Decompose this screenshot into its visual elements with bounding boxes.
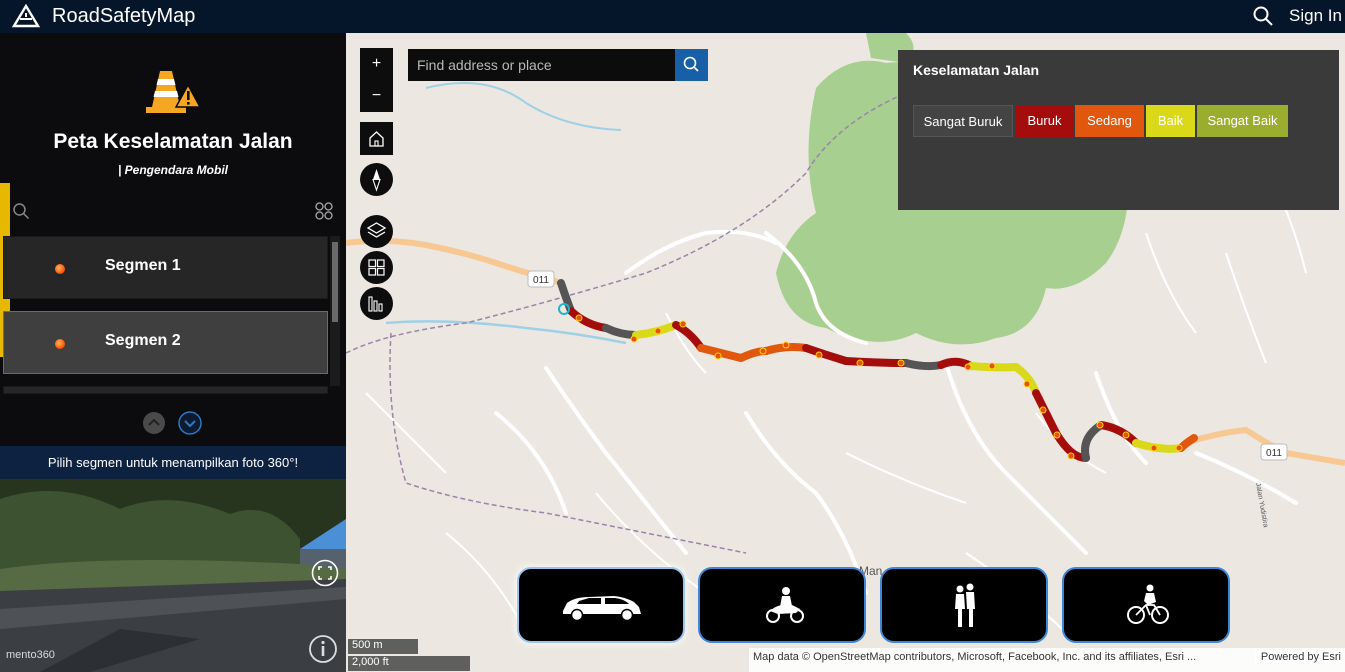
car-mode-button[interactable] xyxy=(517,567,685,643)
road-label: 011 xyxy=(533,275,549,286)
list-item-segmen-2[interactable]: Segmen 2 xyxy=(3,311,328,374)
road-label: 011 xyxy=(1266,448,1282,459)
fullscreen-icon[interactable] xyxy=(311,559,339,587)
panel-subheading: | Pengendara Mobil xyxy=(117,163,229,177)
legend-item-buruk: Buruk xyxy=(1015,105,1074,137)
zoom-in-button[interactable]: + xyxy=(360,48,393,80)
list-item-partial xyxy=(3,386,328,394)
zoom-control: + − xyxy=(360,48,393,112)
legend-item-sangat-baik: Sangat Baik xyxy=(1197,105,1288,137)
chart-button[interactable] xyxy=(360,287,393,320)
scroll-up-button[interactable] xyxy=(142,411,166,435)
sign-in-link[interactable]: Sign In xyxy=(1289,6,1342,26)
scale-bar: 500 m 2,000 ft xyxy=(348,639,470,671)
app-title: RoadSafetyMap xyxy=(52,5,196,27)
top-bar: RoadSafetyMap Sign In xyxy=(0,0,1345,33)
grid-view-icon[interactable] xyxy=(315,202,333,220)
search-input[interactable] xyxy=(408,49,676,81)
search-icon xyxy=(683,56,699,72)
street-photo xyxy=(0,479,346,672)
scale-imperial: 2,000 ft xyxy=(348,656,470,671)
photo-prompt: Pilih segmen untuk menampilkan foto 360°… xyxy=(0,446,346,479)
scale-metric: 500 m xyxy=(348,639,418,654)
motorcycle-icon xyxy=(766,587,804,623)
scrollbar-thumb[interactable] xyxy=(332,242,338,322)
zoom-out-button[interactable]: − xyxy=(360,80,393,112)
pedestrian-mode-button[interactable] xyxy=(880,567,1048,643)
left-panel: Peta Keselamatan Jalan | Pengendara Mobi… xyxy=(0,33,346,446)
layers-icon xyxy=(366,222,387,238)
bicycle-icon xyxy=(1127,584,1169,624)
layers-button[interactable] xyxy=(360,215,393,248)
map-view[interactable]: 011 011 Man Jalan Yudistira + − Find add… xyxy=(346,33,1345,672)
scroll-down-button[interactable] xyxy=(178,411,202,435)
panel-heading: Peta Keselamatan Jalan xyxy=(53,130,293,153)
compass-button[interactable] xyxy=(360,163,393,196)
home-button[interactable] xyxy=(360,122,393,155)
compass-icon xyxy=(372,169,381,192)
search-submit-button[interactable] xyxy=(675,49,708,81)
segment-filter-row xyxy=(10,193,346,229)
list-item-segmen-1[interactable]: Segmen 1 xyxy=(3,236,328,299)
attribution-text: Map data © OpenStreetMap contributors, M… xyxy=(753,651,1197,663)
home-icon xyxy=(369,131,384,147)
car-icon xyxy=(563,596,641,622)
grid-icon xyxy=(368,259,385,276)
segment-list: Segmen 1 Segmen 2 xyxy=(0,236,346,394)
list-scrollbar[interactable] xyxy=(330,236,340,386)
legend-item-baik: Baik xyxy=(1146,105,1195,137)
bar-chart-icon xyxy=(368,296,383,312)
search-icon[interactable] xyxy=(1252,5,1274,27)
search-icon[interactable] xyxy=(12,202,30,220)
bicycle-mode-button[interactable] xyxy=(1062,567,1230,643)
legend-panel: Keselamatan Jalan Sangat Buruk Buruk Sed… xyxy=(898,50,1339,210)
map-search-field[interactable] xyxy=(408,49,676,81)
segment-marker-icon xyxy=(55,339,65,349)
basemap-gallery-button[interactable] xyxy=(360,251,393,284)
legend-title: Keselamatan Jalan xyxy=(913,62,1040,78)
pedestrian-icon xyxy=(955,583,975,627)
legend-item-sedang: Sedang xyxy=(1075,105,1144,137)
road-logo-icon xyxy=(12,4,40,28)
map-attribution: Map data © OpenStreetMap contributors, M… xyxy=(749,648,1345,672)
segment-marker-icon xyxy=(55,264,65,274)
motorcycle-mode-button[interactable] xyxy=(698,567,866,643)
segment-label: Segmen 2 xyxy=(105,332,181,349)
legend-item-sangat-buruk: Sangat Buruk xyxy=(913,105,1013,137)
traffic-cone-warning-icon xyxy=(146,71,202,113)
photo-watermark: mento360 xyxy=(6,649,55,661)
info-icon[interactable] xyxy=(308,634,338,664)
photo-360-viewer[interactable]: mento360 xyxy=(0,479,346,672)
powered-by-link[interactable]: Powered by Esri xyxy=(1254,651,1341,663)
segment-label: Segmen 1 xyxy=(105,257,181,274)
